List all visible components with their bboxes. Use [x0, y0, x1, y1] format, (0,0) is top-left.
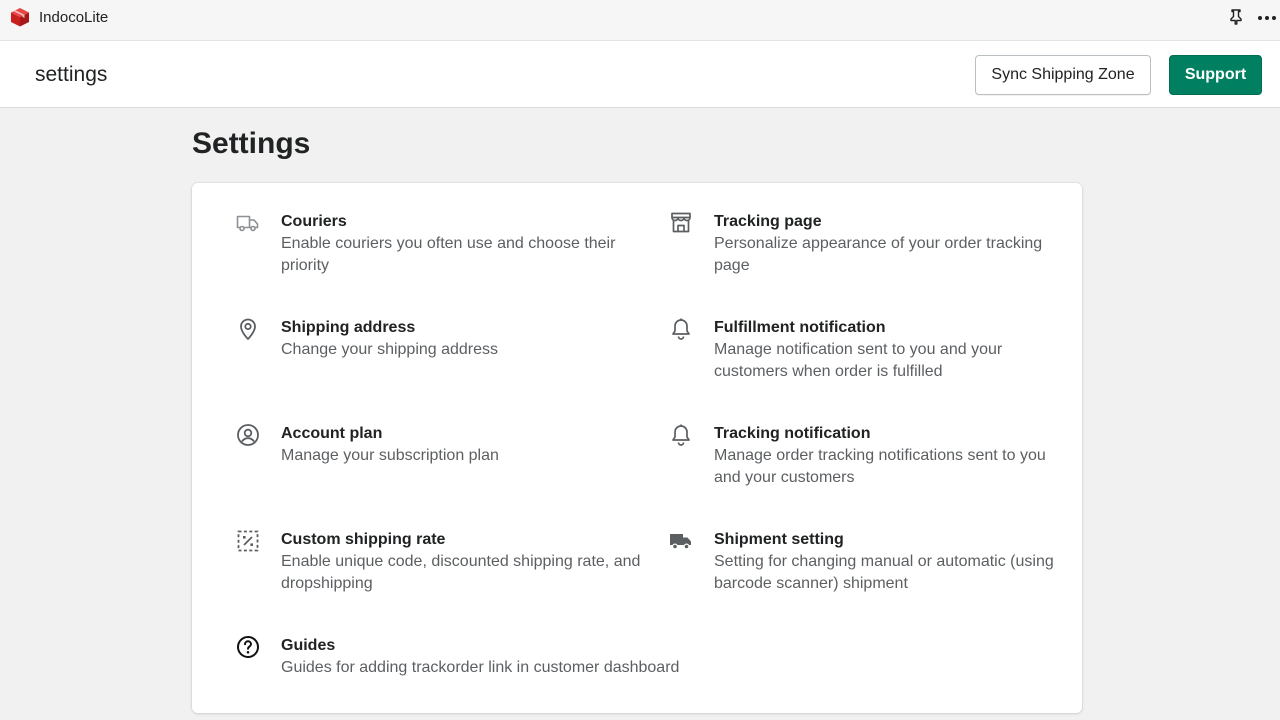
setting-title: Shipping address [281, 319, 416, 336]
setting-title: Couriers [281, 213, 347, 230]
bell-icon [672, 318, 690, 340]
setting-description: Enable couriers you often use and choose… [281, 235, 616, 274]
setting-description: Manage order tracking notifications sent… [714, 447, 1046, 486]
setting-description: Manage your subscription plan [281, 447, 499, 464]
more-horizontal-icon[interactable] [1257, 15, 1277, 21]
box-logo-icon [11, 8, 29, 27]
setting-title: Fulfillment notification [714, 319, 886, 336]
storefront-icon [671, 212, 691, 233]
page-header: settings Sync Shipping Zone Support [0, 41, 1280, 108]
setting-title: Custom shipping rate [281, 531, 446, 548]
question-circle-icon [237, 636, 259, 658]
settings-card: Couriers Enable couriers you often use a… [192, 183, 1082, 713]
page-title: Settings [192, 127, 311, 160]
breadcrumb: settings [35, 63, 108, 86]
setting-description: Personalize appearance of your order tra… [714, 235, 1043, 274]
bell-icon [672, 424, 690, 446]
app-bar: IndocoLite [0, 0, 1280, 41]
setting-title: Shipment setting [714, 531, 844, 548]
app-name: IndocoLite [39, 9, 109, 26]
setting-title: Tracking page [714, 213, 822, 230]
pin-icon[interactable] [1229, 9, 1243, 25]
setting-description: Guides for adding trackorder link in cus… [281, 659, 680, 676]
user-circle-icon [237, 424, 259, 446]
discount-icon [237, 530, 259, 552]
setting-title: Guides [281, 637, 336, 654]
support-button[interactable]: Support [1169, 55, 1262, 95]
location-pin-icon [240, 318, 256, 340]
setting-description: Manage notification sent to you and your… [714, 341, 1003, 380]
setting-title: Account plan [281, 425, 383, 442]
setting-title: Tracking notification [714, 425, 871, 442]
truck-outline-icon [236, 215, 259, 232]
sync-shipping-zone-button[interactable]: Sync Shipping Zone [975, 55, 1151, 95]
setting-description: Change your shipping address [281, 341, 499, 358]
truck-filled-icon [670, 534, 691, 550]
setting-description: Setting for changing manual or automatic… [714, 553, 1054, 592]
setting-description: Enable unique code, discounted shipping … [281, 553, 641, 592]
